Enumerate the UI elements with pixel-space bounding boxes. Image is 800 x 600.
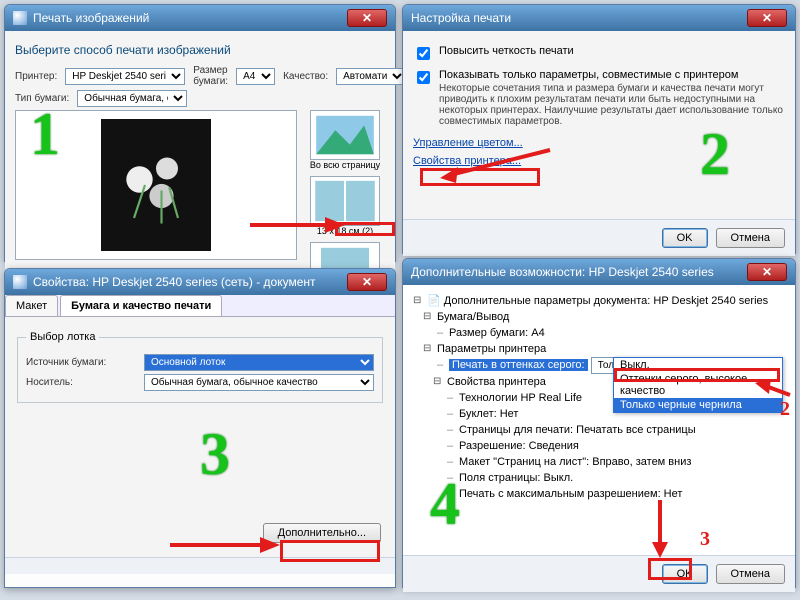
tree-root[interactable]: 📄 Дополнительные параметры документа: HP… xyxy=(413,293,785,309)
quality-select[interactable]: Автоматически xyxy=(336,68,406,85)
source-select[interactable]: Основной лоток xyxy=(144,354,374,371)
annotation-highlight xyxy=(420,168,540,186)
tray-group: Выбор лотка Источник бумаги: Основной ло… xyxy=(17,331,383,403)
printer-icon xyxy=(13,275,27,289)
titlebar: Печать изображений ✕ xyxy=(5,5,395,31)
print-preview xyxy=(15,110,297,260)
paper-label: Размер бумаги: xyxy=(193,65,228,87)
type-label: Тип бумаги: xyxy=(15,93,69,104)
printer-label: Принтер: xyxy=(15,71,57,82)
compat-note: Некоторые сочетания типа и размера бумаг… xyxy=(439,83,785,127)
close-icon[interactable]: ✕ xyxy=(347,273,387,291)
grayscale-label: Печать в оттенках серого: xyxy=(449,359,588,371)
media-select[interactable]: Обычная бумага, обычное качество xyxy=(144,374,374,391)
printer-icon xyxy=(13,11,27,25)
printer-properties-link[interactable]: Свойства принтера... xyxy=(413,155,521,167)
close-icon[interactable]: ✕ xyxy=(747,263,787,281)
type-select[interactable]: Обычная бумага, обы xyxy=(77,90,187,107)
tree-margins[interactable]: Поля страницы: Выкл. xyxy=(433,470,785,486)
window-title: Печать изображений xyxy=(33,11,149,25)
color-management-link[interactable]: Управление цветом... xyxy=(413,137,523,149)
layout-option[interactable] xyxy=(310,110,380,160)
close-icon[interactable]: ✕ xyxy=(747,9,787,27)
annotation-highlight xyxy=(614,368,780,382)
print-settings-dialog: Настройка печати ✕ Повысить четкость печ… xyxy=(402,4,796,254)
instruction-text: Выберите способ печати изображений xyxy=(15,43,385,57)
cancel-button[interactable]: Отмена xyxy=(716,564,785,584)
titlebar: Дополнительные возможности: HP Deskjet 2… xyxy=(403,259,795,285)
tree-maxres[interactable]: Печать с максимальным разрешением: Нет xyxy=(433,486,785,502)
sharpen-label: Повысить четкость печати xyxy=(439,45,574,57)
tray-legend: Выбор лотка xyxy=(26,331,99,343)
ok-button[interactable]: OK xyxy=(662,228,708,248)
paper-select[interactable]: A4 xyxy=(236,68,275,85)
dropdown-option[interactable]: Только черные чернила xyxy=(614,398,782,412)
annotation-highlight xyxy=(648,558,692,580)
annotation-subnumber: 3 xyxy=(700,528,710,551)
compat-label: Показывать только параметры, совместимые… xyxy=(439,69,785,81)
close-icon[interactable]: ✕ xyxy=(347,9,387,27)
annotation-highlight xyxy=(335,222,395,236)
media-label: Носитель: xyxy=(26,377,136,388)
tree-pages[interactable]: Страницы для печати: Печатать все страни… xyxy=(433,422,785,438)
tab-layout[interactable]: Макет xyxy=(5,295,58,316)
layout-option[interactable] xyxy=(310,176,380,226)
annotation-highlight xyxy=(280,540,380,562)
layout-label: Во всю страницу xyxy=(305,160,385,170)
cancel-button[interactable]: Отмена xyxy=(716,228,785,248)
advanced-options-dialog: Дополнительные возможности: HP Deskjet 2… xyxy=(402,258,796,588)
titlebar: Свойства: HP Deskjet 2540 series (сеть) … xyxy=(5,269,395,295)
tab-paper-quality[interactable]: Бумага и качество печати xyxy=(60,295,222,316)
tree-layout-dir[interactable]: Макет "Страниц на лист": Вправо, затем в… xyxy=(433,454,785,470)
grayscale-dropdown[interactable]: Выкл. Оттенки серого, высокое качество Т… xyxy=(613,357,783,413)
preview-photo xyxy=(101,120,211,250)
tree-printer-params[interactable]: Параметры принтера xyxy=(423,341,785,357)
printer-select[interactable]: HP Deskjet 2540 series (сеть) xyxy=(65,68,185,85)
tree-paper[interactable]: Бумага/Вывод xyxy=(423,309,785,325)
tabstrip: Макет Бумага и качество печати xyxy=(5,295,395,317)
quality-label: Качество: xyxy=(283,71,328,82)
window-title: Свойства: HP Deskjet 2540 series (сеть) … xyxy=(33,275,316,289)
window-title: Дополнительные возможности: HP Deskjet 2… xyxy=(411,265,714,279)
window-title: Настройка печати xyxy=(411,11,511,25)
tree-resolution[interactable]: Разрешение: Сведения xyxy=(433,438,785,454)
annotation-subnumber: 2 xyxy=(780,398,790,421)
sharpen-checkbox[interactable] xyxy=(417,47,430,60)
compat-checkbox[interactable] xyxy=(417,71,430,84)
titlebar: Настройка печати ✕ xyxy=(403,5,795,31)
source-label: Источник бумаги: xyxy=(26,357,136,368)
tree-paper-size[interactable]: Размер бумаги: A4 xyxy=(423,325,785,341)
